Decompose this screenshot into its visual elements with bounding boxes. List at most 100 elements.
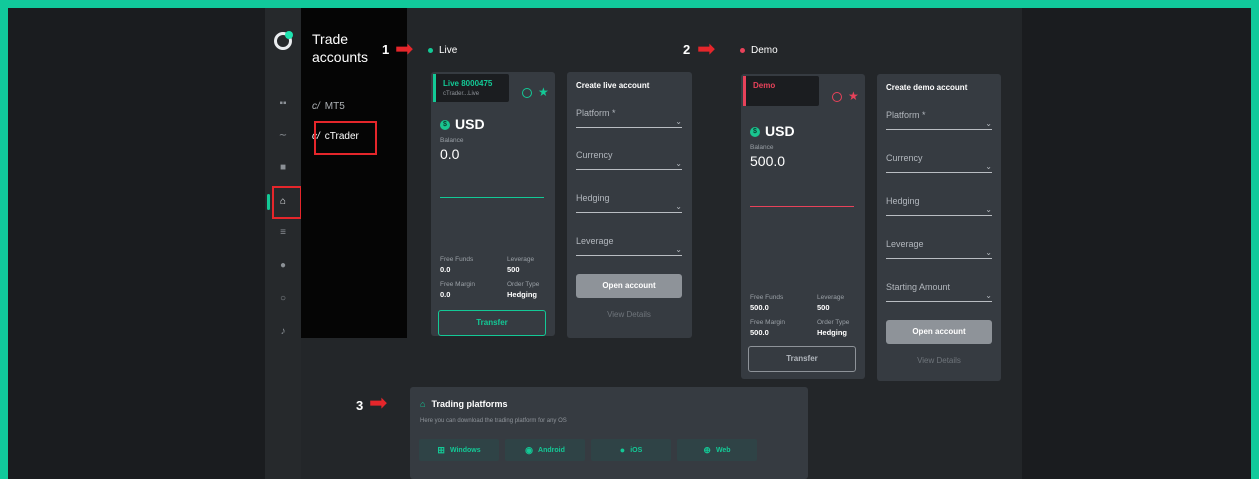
download-ios-button[interactable]: ● iOS [591, 439, 671, 461]
annotation-arrow-icon: ➡ [697, 36, 716, 61]
android-icon: ◉ [525, 445, 534, 455]
chevron-down-icon: ⌄ [675, 117, 682, 126]
free-margin-value: 500.0 [750, 328, 769, 337]
globe-icon: ⊕ [703, 445, 711, 455]
hedging-select[interactable]: Hedging ⌄ [576, 193, 682, 213]
chart-icon[interactable]: ∼ [276, 129, 290, 143]
currency-select[interactable]: Currency ⌄ [886, 153, 992, 173]
create-demo-title: Create demo account [886, 83, 968, 92]
brand-logo[interactable] [274, 31, 293, 50]
account-tag: Live 8000475 cTrader...Live [433, 74, 509, 102]
balance-sparkline [440, 197, 544, 198]
star-icon[interactable]: ★ [538, 86, 549, 98]
free-funds-label: Free Funds [440, 256, 474, 263]
transfer-button[interactable]: Transfer [748, 346, 856, 372]
free-funds-value: 500.0 [750, 303, 769, 312]
callout-number: 3 [356, 398, 364, 413]
menu-item-label: MT5 [324, 101, 345, 112]
leverage-label: Leverage [507, 256, 535, 263]
star-icon[interactable]: ★ [848, 90, 859, 102]
apple-icon: ● [619, 445, 626, 455]
platform-prefix: c/ [312, 101, 320, 112]
view-details-link[interactable]: View Details [886, 356, 992, 365]
create-demo-account-card: Create demo account Platform * ⌄ Currency… [877, 74, 1001, 381]
balance-label: Balance [750, 144, 774, 151]
create-live-account-card: Create live account Platform * ⌄ Currency… [567, 72, 692, 338]
annotation-arrow-icon: ➡ [395, 36, 414, 61]
order-type-value: Hedging [817, 328, 847, 337]
dollar-coin-icon: $ [440, 120, 450, 131]
balance-value: 0.0 [440, 146, 460, 162]
leverage-label: Leverage [817, 294, 845, 301]
chevron-down-icon: ⌄ [985, 205, 992, 214]
screenshot-frame: ▪▪ ∼ ■ ⌂ ≡ ● ○ ♪ Trade accounts c/MT5 c/… [8, 8, 1251, 479]
live-dot-icon [428, 47, 433, 53]
trading-platforms-title: ⌂ Trading platforms [420, 399, 508, 409]
chevron-down-icon: ⌄ [675, 202, 682, 211]
account-currency: $ USD [750, 123, 795, 139]
menu-item-mt5[interactable]: c/MT5 [312, 101, 345, 112]
free-funds-label: Free Funds [750, 294, 784, 301]
download-windows-button[interactable]: ⊞ Windows [419, 439, 499, 461]
account-currency: $ USD [440, 116, 485, 132]
platform-select[interactable]: Platform * ⌄ [576, 108, 682, 128]
balance-label: Balance [440, 137, 464, 144]
active-indicator [267, 194, 270, 210]
home-icon: ⌂ [420, 399, 426, 409]
callout-number: 1 [382, 42, 390, 57]
free-margin-label: Free Margin [750, 319, 786, 326]
account-tag: Demo [743, 76, 819, 106]
icon-rail: ▪▪ ∼ ■ ⌂ ≡ ● ○ ♪ [265, 8, 301, 479]
balance-value: 500.0 [750, 153, 786, 169]
chevron-down-icon: ⌄ [985, 248, 992, 257]
chevron-down-icon: ⌄ [985, 291, 992, 300]
history-icon[interactable] [832, 92, 842, 102]
open-demo-account-button[interactable]: Open account [886, 320, 992, 344]
trading-platforms-panel: ⌂ Trading platforms Here you can download… [410, 387, 808, 479]
demo-account-card[interactable]: Demo ★ $ USD Balance 500.0 Free Funds 500… [741, 74, 865, 379]
chat-icon[interactable]: ○ [276, 292, 290, 306]
download-android-button[interactable]: ◉ Android [505, 439, 585, 461]
history-icon[interactable] [522, 88, 532, 98]
windows-icon: ⊞ [437, 445, 445, 455]
chevron-down-icon: ⌄ [675, 159, 682, 168]
open-live-account-button[interactable]: Open account [576, 274, 682, 298]
hedging-select[interactable]: Hedging ⌄ [886, 196, 992, 216]
free-funds-value: 0.0 [440, 265, 451, 274]
user-icon[interactable]: ● [276, 259, 290, 273]
list-icon[interactable]: ≡ [276, 226, 290, 240]
dollar-coin-icon: $ [750, 127, 760, 138]
leverage-value: 500 [507, 265, 520, 274]
account-number: Live 8000475 [443, 79, 493, 88]
order-type-value: Hedging [507, 290, 537, 299]
annotation-highlight-rail [272, 186, 302, 219]
notification-icon[interactable]: ♪ [276, 325, 290, 339]
starting-amount-select[interactable]: Starting Amount ⌄ [886, 282, 992, 302]
annotation-arrow-icon: ➡ [369, 390, 388, 415]
section-live-label: Live [428, 45, 457, 56]
chevron-down-icon: ⌄ [675, 245, 682, 254]
open-web-button[interactable]: ⊕ Web [677, 439, 757, 461]
leverage-value: 500 [817, 303, 830, 312]
currency-select[interactable]: Currency ⌄ [576, 150, 682, 170]
trade-accounts-menu: Trade accounts c/MT5 c/cTrader [301, 8, 407, 338]
order-type-label: Order Type [817, 319, 850, 326]
leverage-select[interactable]: Leverage ⌄ [576, 236, 682, 256]
account-number: Demo [753, 81, 776, 90]
platform-select[interactable]: Platform * ⌄ [886, 110, 992, 130]
wallet-icon[interactable]: ■ [276, 161, 290, 175]
free-margin-value: 0.0 [440, 290, 451, 299]
account-platform: cTrader...Live [443, 91, 480, 97]
trading-platforms-subtitle: Here you can download the trading platfo… [420, 418, 567, 424]
transfer-button[interactable]: Transfer [438, 310, 546, 336]
leverage-select[interactable]: Leverage ⌄ [886, 239, 992, 259]
demo-dot-icon [740, 47, 745, 53]
balance-sparkline [750, 206, 854, 207]
chevron-down-icon: ⌄ [985, 162, 992, 171]
free-margin-label: Free Margin [440, 281, 476, 288]
live-account-card[interactable]: Live 8000475 cTrader...Live ★ $ USD Balan… [431, 72, 555, 336]
chevron-down-icon: ⌄ [985, 119, 992, 128]
dashboard-icon[interactable]: ▪▪ [276, 97, 290, 111]
callout-number: 2 [683, 42, 691, 57]
view-details-link[interactable]: View Details [576, 310, 682, 319]
